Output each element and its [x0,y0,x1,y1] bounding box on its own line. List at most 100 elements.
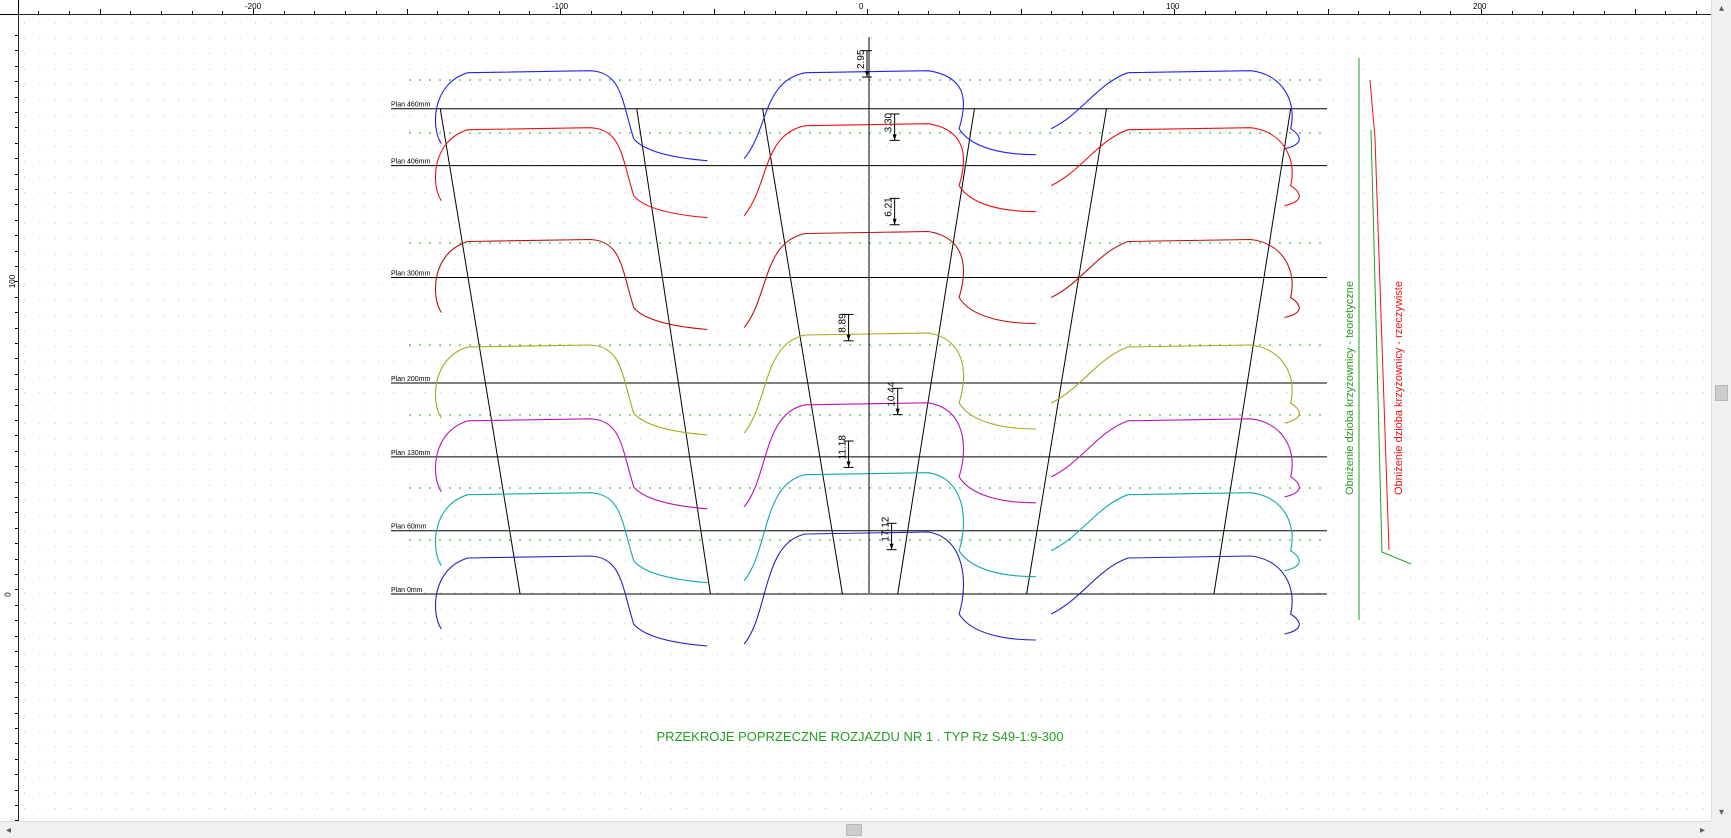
left-ruler-tick [15,312,18,314]
dimension-label-5: 11.18 [838,435,849,460]
top-ruler-tick [713,9,715,14]
taper-line-5 [1213,108,1292,595]
left-ruler-tick [15,497,18,498]
top-ruler-tick [1665,11,1667,14]
left-ruler-tick [15,266,18,267]
top-ruler-tick [1112,11,1114,14]
top-ruler-tick [867,9,868,14]
left-ruler-tick [15,635,18,637]
plane-label-2: Plan 300mm [391,271,430,278]
left-ruler-tick [15,805,18,806]
left-ruler-tick [15,81,18,83]
plane-label-0: Plan 460mm [391,102,430,109]
profile-right-3 [1050,344,1300,424]
plane-label-5: Plan 60mm [391,524,427,531]
left-ruler-tick [15,65,18,67]
left-ruler-tick [15,389,18,391]
top-ruler-tick [529,11,531,14]
vertical-scrollbar[interactable]: ▴ ▾ [1711,0,1731,821]
top-ruler-tick [437,11,439,14]
top-ruler-tick [1204,11,1206,14]
top-ruler-tick [130,11,132,14]
dimension-label-4: 10.44 [887,381,898,406]
vertical-scroll-thumb[interactable] [1715,385,1728,401]
left-ruler-tick [15,712,18,714]
top-ruler-tick [160,11,162,14]
legend-lines: Obniżenie dzioba krzyżownicy - teoretycz… [1344,58,1412,620]
taper-line-1 [636,108,711,595]
drawing-canvas[interactable]: Plan 460mm Plan 406mm Plan 300mm Plan 200mm… [19,15,1711,821]
profile-right-1 [1050,127,1300,207]
profile-right-5 [1050,492,1300,572]
top-ruler-tick [682,11,684,14]
top-ruler-tick [99,9,101,14]
top-ruler-tick [989,11,991,14]
chevron-up-icon: ▴ [1718,3,1725,14]
profile-left-4 [434,418,708,510]
top-ruler-label-2: 0 [859,2,864,11]
top-ruler-tick [1235,11,1237,14]
left-ruler-tick [15,574,18,575]
top-ruler-tick [1634,9,1636,14]
scroll-right-button[interactable]: ▸ [1694,822,1711,838]
top-ruler-tick [1419,11,1421,14]
top-ruler-tick [498,11,500,14]
dimension-label-2: 6.21 [884,197,895,217]
dimension-arrow-5 [846,461,851,468]
left-ruler-tick [15,219,18,221]
left-ruler-tick [15,281,18,283]
top-ruler-tick [560,9,561,14]
top-ruler-tick [406,9,408,14]
profile-frog-2 [743,230,1036,328]
dimension-annotations: 2.95 3.30 6.21 8.89 10.44 11.18 17.12 [838,37,903,593]
top-ruler-tick [1481,9,1482,14]
dimension-label-3: 8.89 [838,313,849,333]
top-ruler-tick [1542,11,1544,14]
left-ruler-tick [15,373,18,375]
horizontal-scroll-thumb[interactable] [846,824,862,836]
scroll-left-button[interactable]: ◂ [0,822,17,838]
left-ruler-tick [15,296,18,298]
top-ruler-tick [467,11,469,14]
size-grip [1711,821,1731,838]
left-ruler-tick [15,758,18,760]
left-ruler-tick [15,142,18,144]
ruler-corner [0,0,19,15]
profile-left-2 [434,238,708,331]
plane-label-1: Plan 406mm [391,159,430,166]
dimension-arrow-1 [892,134,897,141]
scroll-up-button[interactable]: ▴ [1712,0,1731,17]
top-ruler-tick [253,9,254,14]
top-ruler-tick [1296,11,1298,14]
left-ruler-tick [15,35,18,36]
left-ruler-tick [15,435,18,437]
left-ruler-tick [15,343,18,344]
top-ruler-tick [191,11,193,14]
scroll-down-button[interactable]: ▾ [1712,804,1731,821]
top-ruler-label-4: 200 [1473,2,1487,11]
top-ruler-tick [621,11,623,14]
top-ruler-tick [68,11,70,14]
top-ruler-tick [38,11,40,14]
left-ruler-tick [15,420,18,421]
taper-line-4 [1026,108,1107,595]
dimension-label-6: 17.12 [881,516,892,541]
top-ruler-tick [1388,11,1390,14]
profile-left-5 [434,492,708,584]
left-ruler-tick [15,604,18,606]
left-ruler-tick [15,158,18,160]
top-ruler-label-3: 100 [1166,2,1180,11]
left-ruler-tick [15,789,18,791]
dimension-label-0: 2.95 [856,49,867,69]
left-ruler-tick [15,481,18,483]
left-ruler-tick [15,235,18,237]
left-ruler-tick [15,189,18,190]
horizontal-scrollbar[interactable]: ◂ ▸ [0,821,1711,838]
left-ruler-tick [15,728,18,729]
top-ruler-tick [744,11,746,14]
left-ruler-tick [15,404,18,406]
plane-label-4: Plan 130mm [391,450,430,457]
rail-profiles [434,70,1300,647]
top-ruler-tick [375,11,377,14]
top-ruler-tick [1051,11,1053,14]
